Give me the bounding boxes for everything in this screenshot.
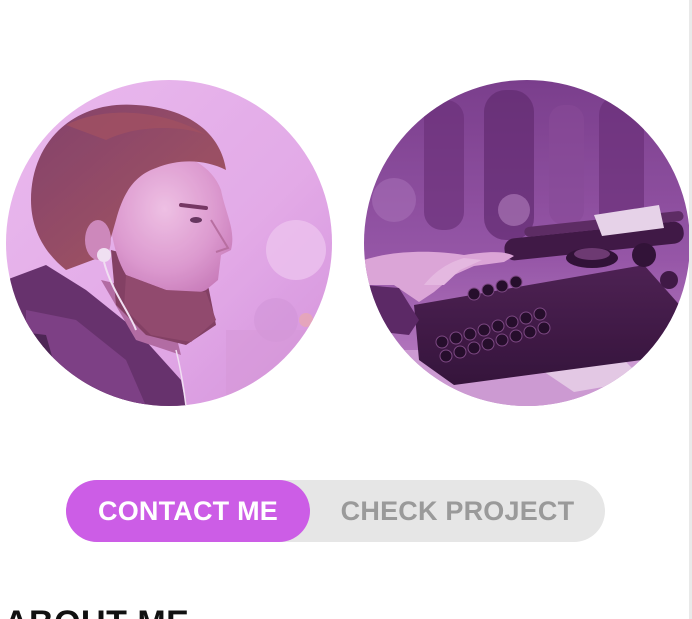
typewriter-illustration [364,80,690,406]
about-me-heading: ABOUT ME [4,603,189,619]
portrait-photo [6,80,332,406]
cta-button-group: CONTACT ME CHECK PROJECT [66,480,605,542]
portrait-illustration [6,80,332,406]
page: CONTACT ME CHECK PROJECT ABOUT ME [0,0,692,619]
check-project-button[interactable]: CHECK PROJECT [310,480,605,542]
contact-me-button[interactable]: CONTACT ME [66,480,310,542]
typewriter-photo [364,80,690,406]
